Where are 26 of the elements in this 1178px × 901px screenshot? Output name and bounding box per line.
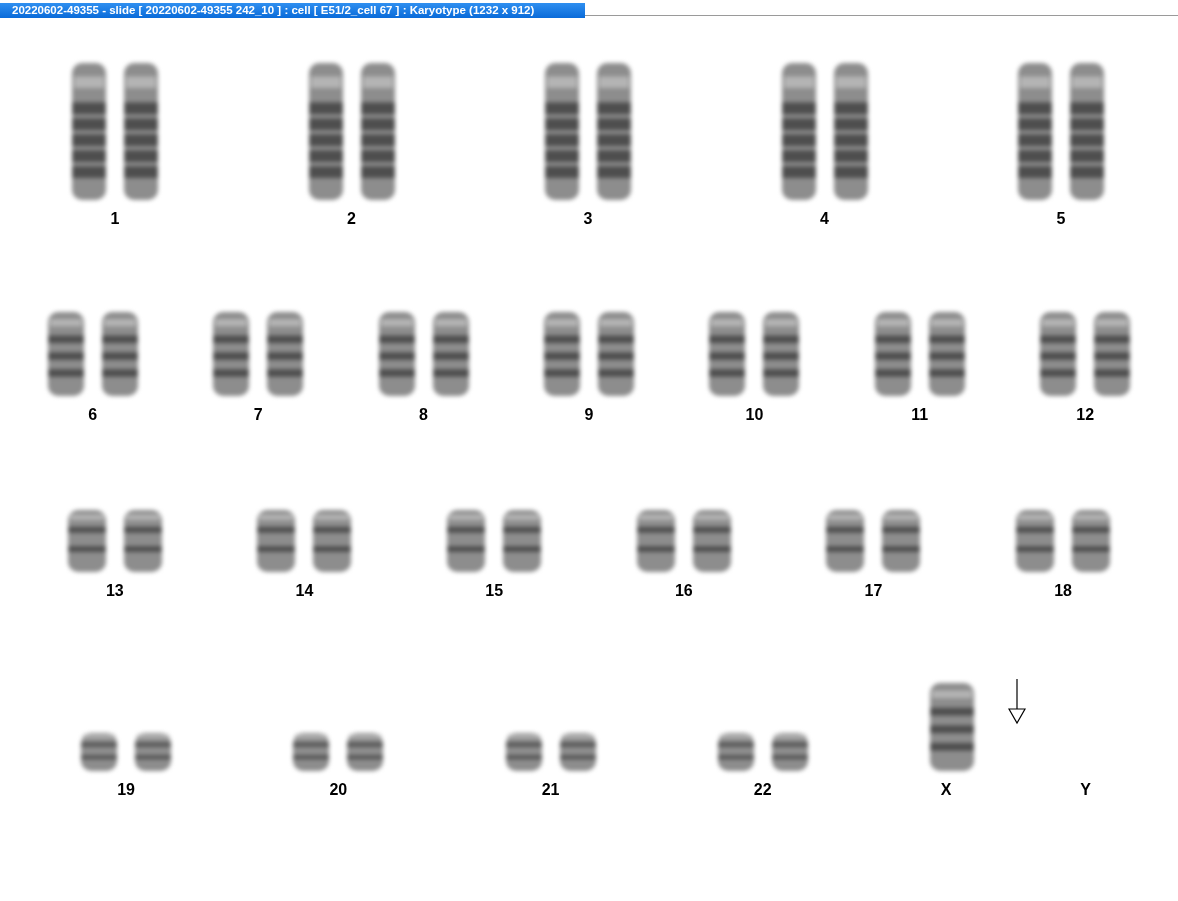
chromosome-label: X xyxy=(940,781,952,799)
chromosome-label: 1 xyxy=(110,210,120,228)
chromosome-label: 7 xyxy=(253,406,263,424)
chromosome-label: 12 xyxy=(1076,406,1095,424)
chromosome-label: Y xyxy=(1080,781,1091,799)
chromosome-label: 16 xyxy=(674,582,693,600)
chromosome-label: 10 xyxy=(745,406,764,424)
chromosome-label: 6 xyxy=(88,406,98,424)
chromosome-label: 22 xyxy=(753,781,772,799)
window-title: 20220602-49355 - slide [ 20220602-49355 242_10 ] : cell [ E51/2_cell 67 ] : Karyotype (1232 x 912) xyxy=(0,3,585,18)
chromosome-label: 14 xyxy=(295,582,314,600)
chromosome-label: 21 xyxy=(541,781,560,799)
chromosome-label: 9 xyxy=(584,406,594,424)
chromosome-label: 3 xyxy=(583,210,593,228)
chromosome-label: 20 xyxy=(329,781,348,799)
chromosome-label: 13 xyxy=(105,582,124,600)
chromosome-label: 11 xyxy=(911,406,929,424)
chromosome-label: 18 xyxy=(1054,582,1072,600)
chromosome-label: 5 xyxy=(1056,210,1066,228)
chromosome-label: 4 xyxy=(820,210,829,228)
chromosome-label: 17 xyxy=(864,582,883,600)
chromosome-label: 15 xyxy=(485,582,504,600)
down-arrow-icon xyxy=(1008,679,1026,725)
chromosome-label: 8 xyxy=(419,406,428,424)
chromosome-label: 19 xyxy=(117,781,135,799)
chromosome-label: 2 xyxy=(347,210,356,228)
